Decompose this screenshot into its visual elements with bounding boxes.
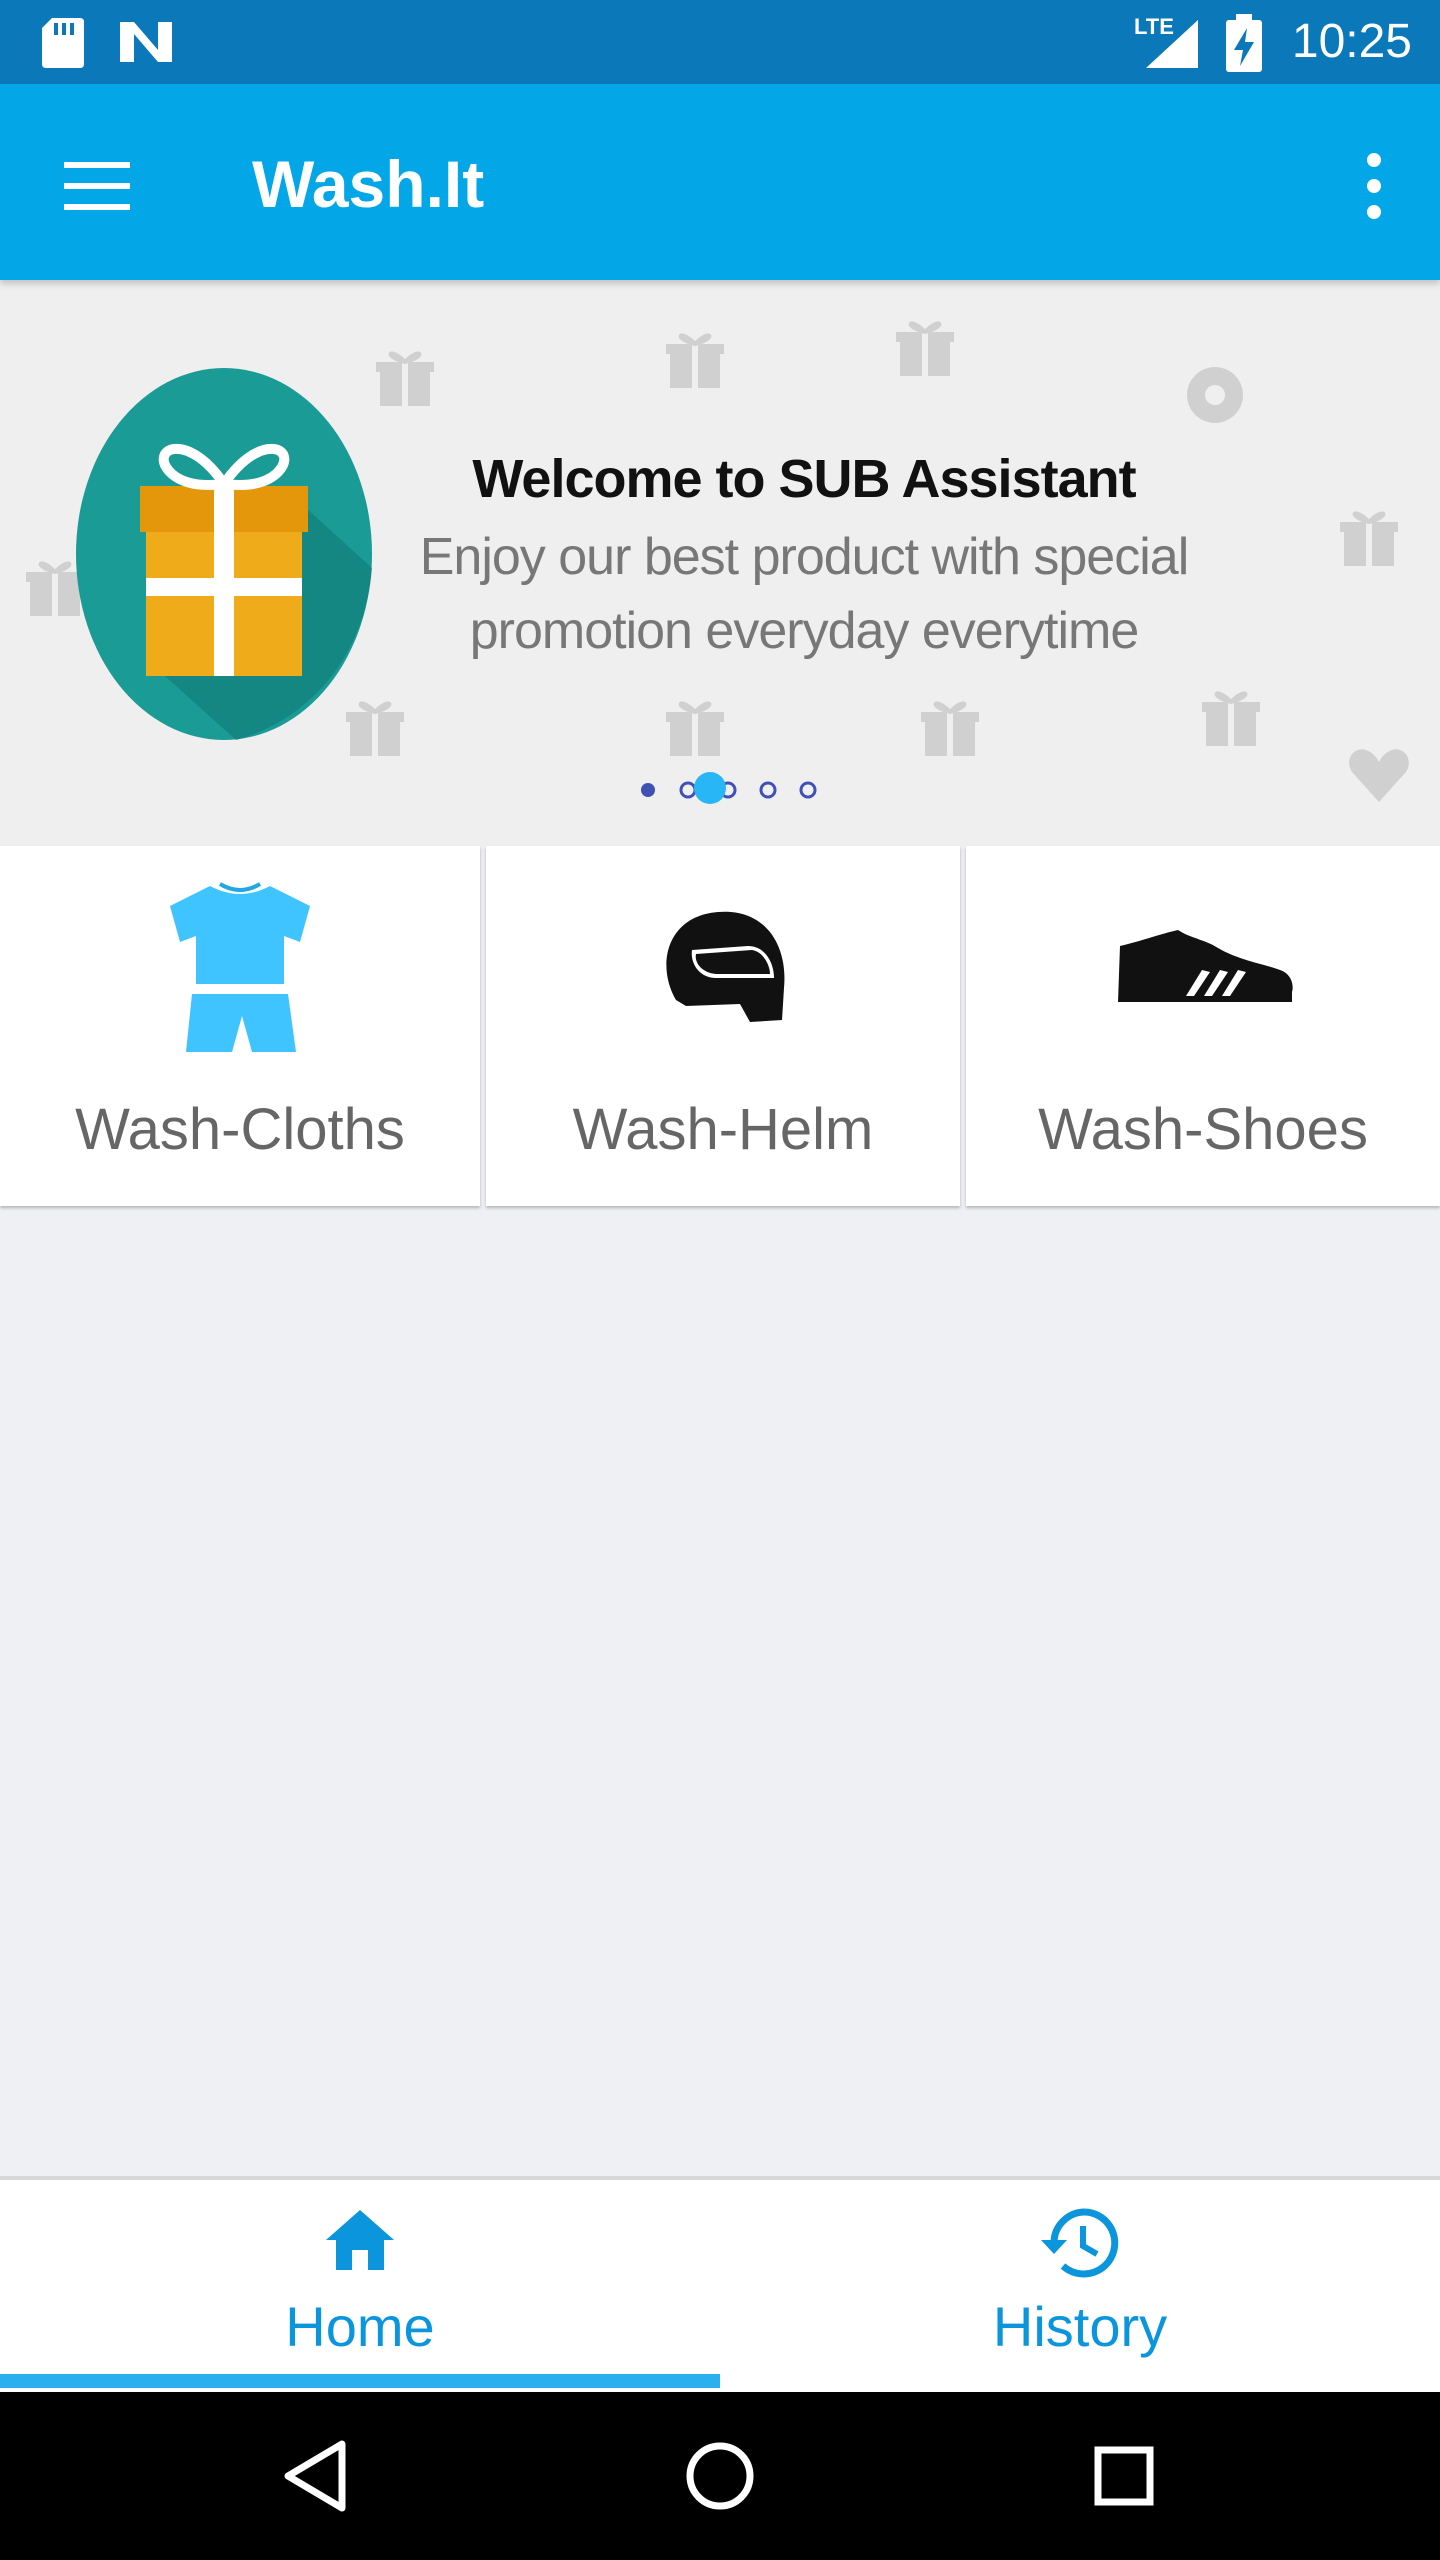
tab-history-label: History (992, 2295, 1168, 2358)
gift-pattern-icon (921, 701, 979, 756)
service-label: Wash-Cloths (75, 1097, 405, 1162)
back-button[interactable] (266, 2426, 366, 2526)
carousel-dot-5 (799, 781, 817, 799)
system-navigation-bar (0, 2392, 1440, 2560)
home-icon (326, 2210, 394, 2270)
home-button[interactable] (670, 2426, 770, 2526)
service-card-wash-shoes[interactable]: Wash-Shoes (966, 846, 1440, 1206)
carousel-page-indicator[interactable] (630, 770, 830, 810)
overflow-menu-button[interactable] (1344, 136, 1404, 236)
battery-charging-icon (1226, 14, 1262, 72)
recents-square-icon (1094, 2446, 1154, 2506)
notification-n-icon (120, 22, 172, 62)
carousel-dot-4 (759, 781, 777, 799)
service-card-wash-helm[interactable]: Wash-Helm (486, 846, 960, 1206)
home-circle-icon (686, 2442, 754, 2510)
tab-home-label: Home (285, 2295, 435, 2358)
gift-pattern-icon (1340, 511, 1398, 566)
gift-pattern-icon (666, 333, 724, 388)
back-triangle-icon (284, 2440, 346, 2512)
sd-card-icon (42, 18, 84, 68)
service-grid: Wash-Cloths Wash-Helm Wash-Shoes (0, 846, 1440, 1208)
shoe-icon (1118, 930, 1293, 1002)
hamburger-menu-icon (64, 162, 130, 210)
gift-icon (76, 368, 372, 740)
gift-pattern-icon (376, 351, 434, 406)
gift-pattern-icon (896, 321, 954, 376)
tab-history[interactable]: History (720, 2180, 1440, 2392)
service-label: Wash-Helm (572, 1097, 874, 1162)
gift-pattern-icon (666, 701, 724, 756)
gift-pattern-icon (1349, 749, 1409, 802)
service-label: Wash-Shoes (1038, 1097, 1368, 1162)
status-bar: LTE 10:25 (0, 0, 1440, 84)
app-bar: Wash.It (0, 84, 1440, 280)
carousel-active-dot (694, 772, 726, 804)
banner-title: Welcome to SUB Assistant (472, 449, 1136, 509)
carousel-dot-1 (641, 783, 655, 797)
history-icon (1041, 2208, 1119, 2278)
signal-icon (1146, 20, 1198, 68)
banner-subtitle-line-2: promotion everyday everytime (469, 602, 1140, 660)
bottom-navigation: Home History (0, 2176, 1440, 2396)
clothes-icon (170, 882, 310, 1052)
more-vert-icon (1367, 153, 1381, 219)
carousel-dot-2 (679, 781, 697, 799)
service-card-wash-cloths[interactable]: Wash-Cloths (0, 846, 480, 1206)
helmet-icon (666, 911, 785, 1022)
selected-tab-indicator (0, 2374, 720, 2388)
app-title: Wash.It (252, 147, 485, 221)
tab-home[interactable]: Home (0, 2180, 720, 2392)
promo-banner-carousel[interactable]: Welcome to SUB Assistant Enjoy our best … (0, 280, 1440, 846)
recents-button[interactable] (1074, 2426, 1174, 2526)
banner-subtitle-line-1: Enjoy our best product with special (419, 528, 1190, 586)
menu-button[interactable] (48, 136, 148, 236)
gift-pattern-icon (1187, 367, 1243, 423)
status-time: 10:25 (1291, 15, 1412, 68)
banner-subtitle: Enjoy our best product with special prom… (400, 520, 1208, 668)
gift-pattern-icon (1202, 691, 1260, 746)
